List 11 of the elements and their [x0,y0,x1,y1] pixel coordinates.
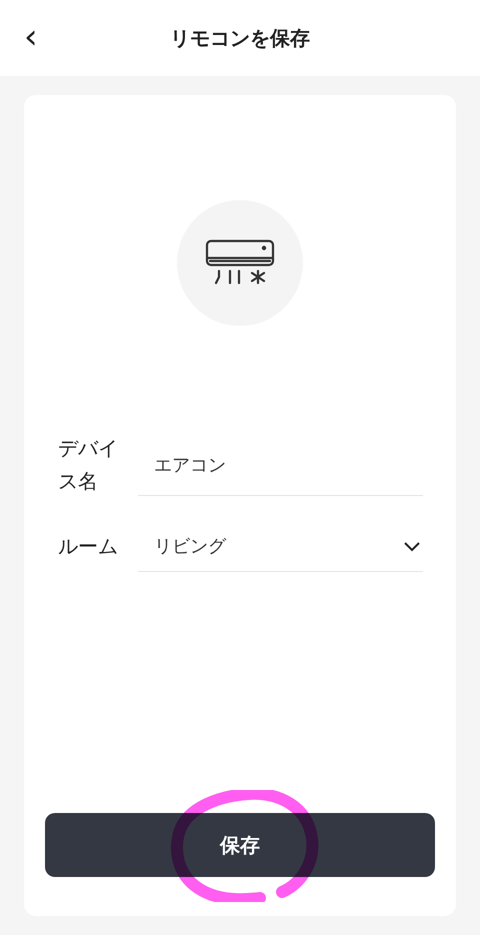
field-label: ルーム [58,532,119,560]
field-value: リビング [154,534,226,558]
save-button[interactable]: 保存 [45,813,435,877]
field-value: エアコン [154,454,226,476]
chevron-down-icon [403,540,421,552]
field-label: デバイス名 [58,435,119,495]
air-conditioner-icon [205,239,275,287]
page-title: リモコンを保存 [170,24,310,52]
back-button[interactable]: ‹ [20,22,42,52]
device-name-field[interactable]: エアコン [138,434,423,496]
room-dropdown[interactable]: リビング [138,520,423,572]
